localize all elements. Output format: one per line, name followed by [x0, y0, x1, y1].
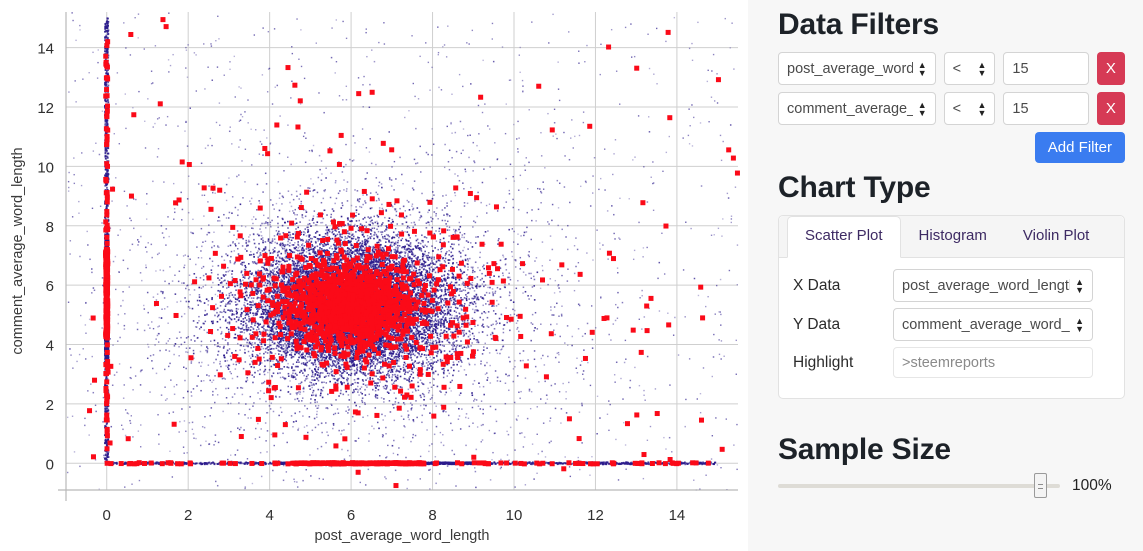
tab-violin-plot[interactable]: Violin Plot: [1005, 216, 1107, 257]
close-icon: X: [1106, 100, 1116, 117]
sample-size-title: Sample Size: [778, 433, 1125, 467]
filter-operator-value: <: [953, 101, 961, 117]
chevron-updown-icon: ▲ ▼: [977, 100, 986, 117]
tab-histogram[interactable]: Histogram: [901, 216, 1005, 257]
scatter-points-highlight: [87, 17, 740, 489]
filter-value-input[interactable]: 15: [1003, 52, 1089, 85]
filter-value-text: 15: [1012, 61, 1028, 77]
filter-row: comment_average_w ▲ ▼ < ▲ ▼ 15 X: [778, 92, 1125, 125]
highlight-input[interactable]: >steemreports: [893, 347, 1093, 378]
filter-rows-container: post_average_word_ ▲ ▼ < ▲ ▼ 15 X comment_…: [778, 52, 1125, 125]
x-data-select[interactable]: post_average_word_length ▲ ▼: [893, 269, 1093, 302]
add-filter-row: Add Filter: [778, 132, 1125, 163]
filter-row: post_average_word_ ▲ ▼ < ▲ ▼ 15 X: [778, 52, 1125, 85]
chevron-updown-icon: ▲ ▼: [977, 60, 986, 77]
chevron-updown-icon: ▲ ▼: [918, 100, 927, 117]
highlight-value: >steemreports: [902, 355, 995, 371]
chart-type-tabs: Scatter Plot Histogram Violin Plot: [779, 216, 1124, 258]
controls-sidebar: Data Filters post_average_word_ ▲ ▼ < ▲ ▼ …: [748, 0, 1143, 551]
filter-value-input[interactable]: 15: [1003, 92, 1089, 125]
filter-field-value: comment_average_w: [787, 101, 913, 117]
scatter-points-primary: [66, 12, 739, 491]
chart-type-card: Scatter Plot Histogram Violin Plot X Dat…: [778, 215, 1125, 399]
sample-size-slider-thumb[interactable]: [1033, 473, 1047, 498]
highlight-row: Highlight >steemreports: [793, 347, 1110, 378]
chevron-updown-icon: ▲ ▼: [1075, 277, 1084, 294]
sample-size-row: 100%: [778, 473, 1125, 498]
filter-value-text: 15: [1012, 101, 1028, 117]
chart-type-body: X Data post_average_word_length ▲ ▼ Y Dat…: [779, 258, 1124, 398]
app-root: 0 2 4 6 8 10 12 14 0 2 4 6 8 10 12 14 post_average_word…: [0, 0, 1143, 551]
add-filter-button[interactable]: Add Filter: [1034, 132, 1125, 163]
scatter-plot: 0 2 4 6 8 10 12 1402468101214 post_average_word…: [10, 12, 740, 544]
y-axis-label: comment_average_word_length: [10, 147, 26, 354]
chart-gridlines: [66, 12, 738, 490]
chart-panel: 0 2 4 6 8 10 12 14 0 2 4 6 8 10 12 14 post_average_word…: [0, 0, 748, 551]
chevron-updown-icon: ▲ ▼: [918, 60, 927, 77]
filter-field-select[interactable]: comment_average_w ▲ ▼: [778, 92, 936, 125]
filter-field-value: post_average_word_: [787, 61, 913, 77]
y-data-label: Y Data: [793, 316, 893, 334]
y-data-value: comment_average_word_le: [902, 317, 1070, 333]
x-data-value: post_average_word_length: [902, 278, 1070, 294]
filter-operator-select[interactable]: < ▲ ▼: [943, 92, 996, 125]
chart-type-title: Chart Type: [778, 171, 1125, 205]
sample-size-value: 100%: [1072, 477, 1112, 495]
x-axis-label: post_average_word_length: [315, 528, 490, 544]
filter-field-select[interactable]: post_average_word_ ▲ ▼: [778, 52, 936, 85]
y-data-row: Y Data comment_average_word_le ▲ ▼: [793, 308, 1110, 341]
filter-operator-value: <: [953, 61, 961, 77]
chart-axes: [58, 12, 738, 501]
tab-scatter-plot[interactable]: Scatter Plot: [787, 216, 901, 258]
chevron-updown-icon: ▲ ▼: [1075, 316, 1084, 333]
y-data-select[interactable]: comment_average_word_le ▲ ▼: [893, 308, 1093, 341]
data-filters-title: Data Filters: [778, 8, 1125, 42]
remove-filter-button[interactable]: X: [1096, 52, 1125, 85]
x-data-label: X Data: [793, 277, 893, 295]
close-icon: X: [1106, 60, 1116, 77]
remove-filter-button[interactable]: X: [1096, 92, 1125, 125]
highlight-label: Highlight: [793, 354, 893, 372]
filter-operator-select[interactable]: < ▲ ▼: [943, 52, 996, 85]
sample-size-slider[interactable]: [778, 473, 1060, 498]
x-data-row: X Data post_average_word_length ▲ ▼: [793, 269, 1110, 302]
